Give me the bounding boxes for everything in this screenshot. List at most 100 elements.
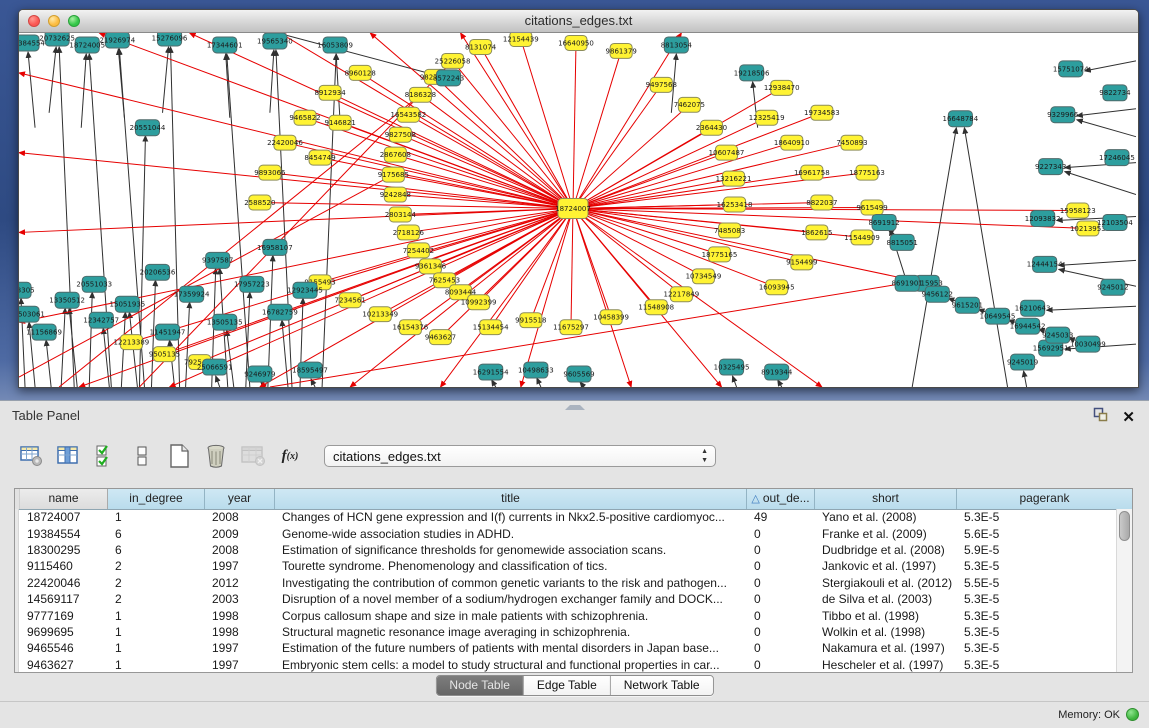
graph-node[interactable]: 9463627 xyxy=(425,330,456,345)
cell-title[interactable]: Tourette syndrome. Phenomenology and cla… xyxy=(274,559,746,573)
cell-title[interactable]: Estimation of significance thresholds fo… xyxy=(274,543,746,557)
graph-edge[interactable] xyxy=(49,47,56,113)
graph-node[interactable]: 8960128 xyxy=(345,65,376,80)
graph-node[interactable]: 19218506 xyxy=(734,65,770,81)
column-header-short[interactable]: short xyxy=(815,489,957,509)
cell-title[interactable]: Disruption of a novel member of a sodium… xyxy=(274,592,746,606)
cell-short[interactable]: Dudbridge et al. (2008) xyxy=(814,543,956,557)
graph-node[interactable]: 7450893 xyxy=(836,135,867,150)
graph-edge[interactable] xyxy=(573,209,777,288)
graph-edge[interactable] xyxy=(1047,306,1136,310)
graph-node[interactable]: 9245033 xyxy=(1042,327,1073,343)
graph-edge[interactable] xyxy=(227,54,250,387)
graph-edge[interactable] xyxy=(964,128,1007,387)
graph-edge[interactable] xyxy=(170,209,573,387)
graph-edge[interactable] xyxy=(573,209,1088,229)
cell-title[interactable]: Embryonic stem cells: a model to study s… xyxy=(274,658,746,672)
cell-in_degree[interactable]: 6 xyxy=(107,527,204,541)
cell-year[interactable]: 2012 xyxy=(204,576,274,590)
graph-node[interactable]: 12213389 xyxy=(114,335,150,350)
cell-pagerank[interactable]: 5.3E-5 xyxy=(956,625,1117,639)
graph-node[interactable]: 2803144 xyxy=(385,207,417,222)
graph-node[interactable]: 15276096 xyxy=(152,33,188,46)
cell-name[interactable]: 18300295 xyxy=(19,543,107,557)
graph-node[interactable]: 9329966 xyxy=(1047,107,1079,123)
graph-node[interactable]: 9246979 xyxy=(244,366,275,382)
cell-year[interactable]: 2008 xyxy=(204,510,274,524)
graph-node[interactable]: 11156869 xyxy=(26,324,62,340)
graph-node[interactable]: 7462075 xyxy=(674,97,705,112)
graph-node[interactable]: 10458399 xyxy=(593,310,629,325)
column-header-title[interactable]: title xyxy=(275,489,747,509)
graph-node[interactable]: 9615499 xyxy=(856,200,887,215)
network-canvas-area[interactable]: 1872400725226058982750581863281654358298… xyxy=(19,33,1138,387)
cell-in_degree[interactable]: 1 xyxy=(107,658,204,672)
graph-node[interactable]: 20503061 xyxy=(19,306,45,322)
cell-name[interactable]: 22420046 xyxy=(19,576,107,590)
graph-node[interactable]: 9822734 xyxy=(1099,85,1131,101)
graph-edge[interactable] xyxy=(492,380,496,387)
graph-edge[interactable] xyxy=(186,302,190,387)
graph-node[interactable]: 8131074 xyxy=(465,39,497,54)
graph-edge[interactable] xyxy=(1059,260,1136,265)
graph-node[interactable]: 11544909 xyxy=(844,230,880,245)
graph-node[interactable]: 10030499 xyxy=(1070,336,1106,352)
graph-node[interactable]: 16210643 xyxy=(1015,300,1051,316)
graph-node[interactable]: 18775163 xyxy=(849,165,885,180)
cell-year[interactable]: 1997 xyxy=(204,559,274,573)
graph-node[interactable]: 10734549 xyxy=(686,269,722,284)
cell-pagerank[interactable]: 5.3E-5 xyxy=(956,641,1117,655)
cell-pagerank[interactable]: 5.3E-5 xyxy=(956,609,1117,623)
float-window-icon[interactable] xyxy=(1093,407,1108,427)
graph-edge[interactable] xyxy=(270,280,922,387)
graph-node[interactable]: 15958123 xyxy=(1060,203,1096,218)
graph-node[interactable]: 16053809 xyxy=(317,37,353,53)
graph-node[interactable]: 9456122 xyxy=(922,286,953,302)
graph-node[interactable]: 9245012 xyxy=(1097,279,1128,295)
table-settings-icon[interactable] xyxy=(18,443,44,469)
cell-pagerank[interactable]: 5.3E-5 xyxy=(956,658,1117,672)
cell-name[interactable]: 19384554 xyxy=(19,527,107,541)
graph-node[interactable]: 8186328 xyxy=(405,87,436,102)
cell-short[interactable]: Franke et al. (2009) xyxy=(814,527,956,541)
graph-node[interactable]: 20551044 xyxy=(130,120,166,136)
graph-node[interactable]: 9827508 xyxy=(385,127,416,142)
graph-node[interactable]: 16648784 xyxy=(942,111,978,127)
graph-edge[interactable] xyxy=(282,320,288,387)
cell-title[interactable]: Genome-wide association studies in ADHD. xyxy=(274,527,746,541)
unselect-columns-icon[interactable] xyxy=(129,443,155,469)
graph-node[interactable]: 10325495 xyxy=(714,359,750,375)
cell-out_degree[interactable]: 0 xyxy=(746,576,814,590)
graph-node[interactable]: 16154376 xyxy=(393,320,429,335)
graph-edge[interactable] xyxy=(61,308,65,387)
graph-node[interactable]: 9227343 xyxy=(1035,159,1066,175)
graph-edge[interactable] xyxy=(81,54,86,128)
graph-edge[interactable] xyxy=(89,292,92,387)
graph-node[interactable]: 2718126 xyxy=(393,225,425,240)
cell-out_degree[interactable]: 0 xyxy=(746,625,814,639)
cell-title[interactable]: Changes of HCN gene expression and I(f) … xyxy=(274,510,746,524)
cell-title[interactable]: Structural magnetic resonance image aver… xyxy=(274,625,746,639)
graph-node[interactable]: 2588520 xyxy=(244,195,275,210)
table-row[interactable]: 969969511998Structural magnetic resonanc… xyxy=(15,624,1117,640)
cell-pagerank[interactable]: 5.3E-5 xyxy=(956,510,1117,524)
table-row[interactable]: 1830029562008Estimation of significance … xyxy=(15,542,1117,558)
column-header-out_degree[interactable]: △out_de... xyxy=(747,489,815,509)
cell-short[interactable]: de Silva et al. (2003) xyxy=(814,592,956,606)
graph-node[interactable]: 12444154 xyxy=(1027,256,1063,272)
graph-node[interactable]: 11451947 xyxy=(150,324,186,340)
graph-node[interactable]: 16291554 xyxy=(473,364,509,380)
table-row[interactable]: 946362711997Embryonic stem cells: a mode… xyxy=(15,657,1117,672)
graph-node[interactable]: 12325419 xyxy=(749,110,785,125)
graph-node[interactable]: 11675297 xyxy=(553,320,589,335)
graph-node[interactable]: 10498633 xyxy=(518,362,554,378)
graph-node[interactable]: 17359924 xyxy=(174,286,210,302)
cell-name[interactable]: 9463627 xyxy=(19,658,107,672)
graph-node[interactable]: 7254402 xyxy=(403,243,434,258)
graph-node[interactable]: 9505135 xyxy=(149,347,180,362)
graph-node[interactable]: 8454749 xyxy=(304,150,335,165)
graph-edge[interactable] xyxy=(573,173,812,209)
cell-short[interactable]: Stergiakouli et al. (2012) xyxy=(814,576,956,590)
graph-node[interactable]: 12938470 xyxy=(764,80,800,95)
graph-edge[interactable] xyxy=(912,128,956,387)
